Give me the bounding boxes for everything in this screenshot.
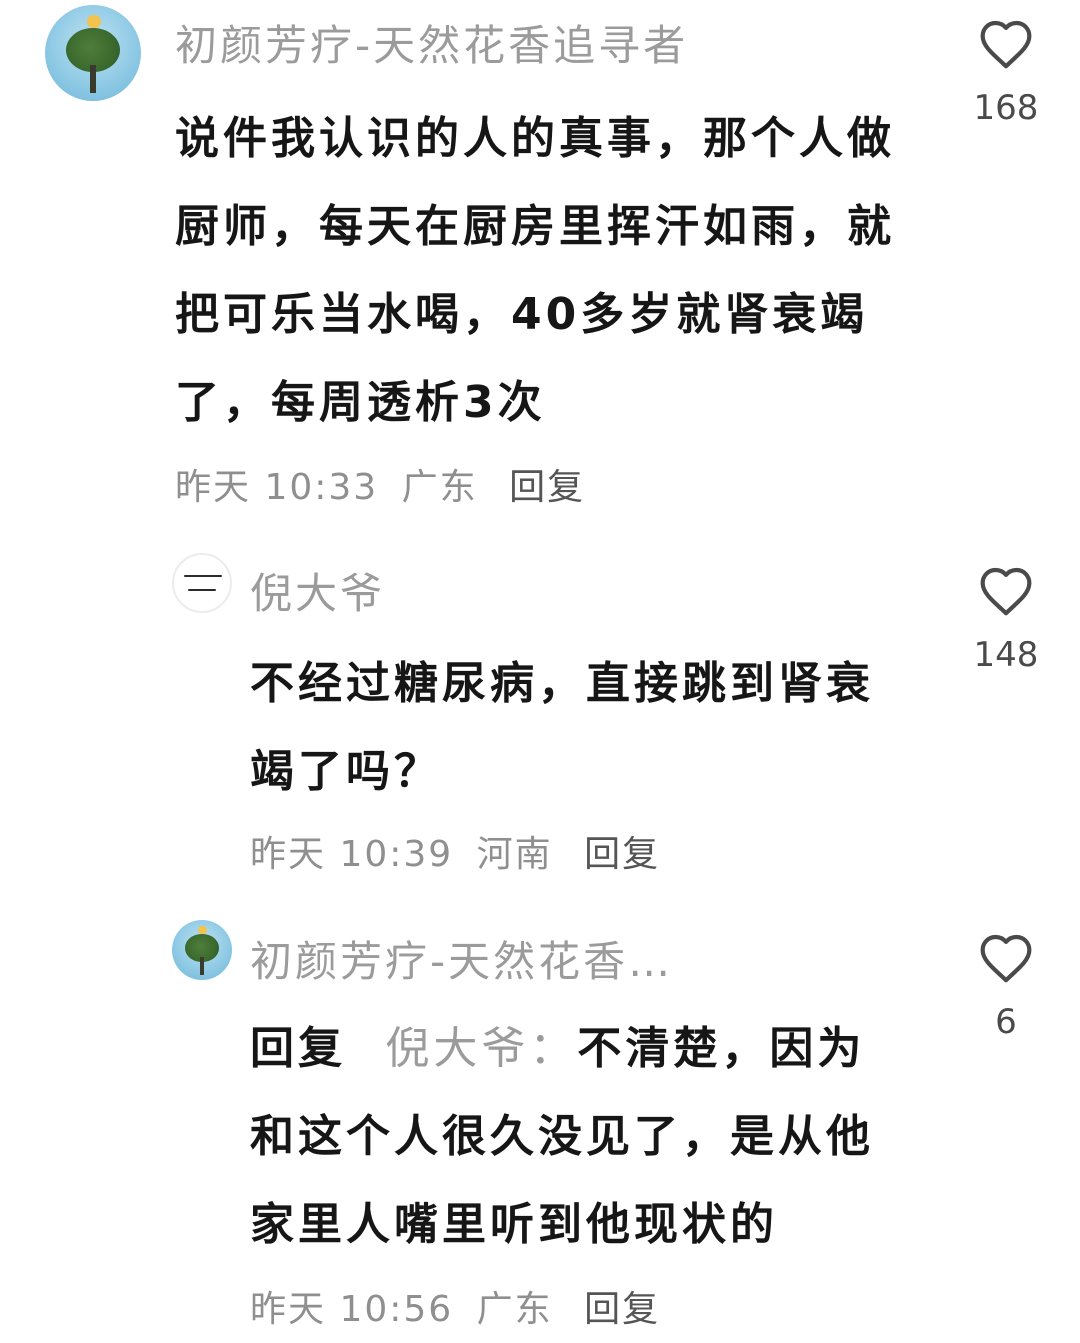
reply-button[interactable]: 回复	[584, 834, 660, 875]
avatar-trunk-graphic	[200, 957, 204, 976]
comment-meta: 昨天 10:33 广东 回复	[175, 458, 585, 510]
avatar-sun-graphic	[198, 926, 207, 935]
user-avatar[interactable]	[172, 553, 232, 613]
like-control[interactable]: 6	[960, 932, 1052, 1042]
avatar-sun-graphic	[87, 14, 101, 29]
comment-text-block: 回复 倪大爷：不清楚，因为和这个人很久没见了，是从他家里人嘴里听到他现状的	[250, 1005, 900, 1269]
comment-time: 昨天 10:33	[175, 467, 379, 508]
heart-outline-icon[interactable]	[978, 565, 1034, 617]
like-count: 6	[995, 1002, 1017, 1042]
like-control[interactable]: 168	[960, 18, 1052, 128]
comment-location: 广东	[476, 1289, 553, 1330]
reply-prefix: 回复	[250, 1023, 346, 1074]
reply-button[interactable]: 回复	[509, 467, 585, 508]
like-count: 168	[973, 88, 1039, 128]
user-avatar[interactable]	[45, 5, 141, 101]
avatar-trunk-graphic	[90, 64, 96, 94]
like-count: 148	[973, 635, 1039, 675]
comment-location: 广东	[401, 467, 478, 508]
avatar-script-graphic	[188, 589, 216, 591]
user-avatar[interactable]	[172, 920, 232, 980]
comment-text: 不经过糖尿病，直接跳到肾衰竭了吗？	[250, 658, 874, 797]
reply-button[interactable]: 回复	[584, 1289, 660, 1330]
comment-username[interactable]: 初颜芳疗-天然花香…	[250, 928, 673, 989]
comment-location: 河南	[476, 834, 553, 875]
like-control[interactable]: 148	[960, 565, 1052, 675]
comment-time: 昨天 10:56	[250, 1289, 454, 1330]
comment-username[interactable]: 初颜芳疗-天然花香追寻者	[175, 12, 688, 73]
comment-username[interactable]: 倪大爷	[250, 560, 385, 621]
heart-outline-icon[interactable]	[978, 18, 1034, 70]
comment-meta: 昨天 10:56 广东 回复	[250, 1280, 660, 1332]
heart-outline-icon[interactable]	[978, 932, 1034, 984]
comment-time: 昨天 10:39	[250, 834, 454, 875]
comment-text: 说件我认识的人的真事，那个人做厨师，每天在厨房里挥汗如雨，就把可乐当水喝，40多…	[175, 113, 895, 428]
reply-target-username[interactable]: 倪大爷：	[385, 1023, 577, 1074]
avatar-script-graphic	[184, 575, 222, 577]
comment-meta: 昨天 10:39 河南 回复	[250, 825, 660, 877]
